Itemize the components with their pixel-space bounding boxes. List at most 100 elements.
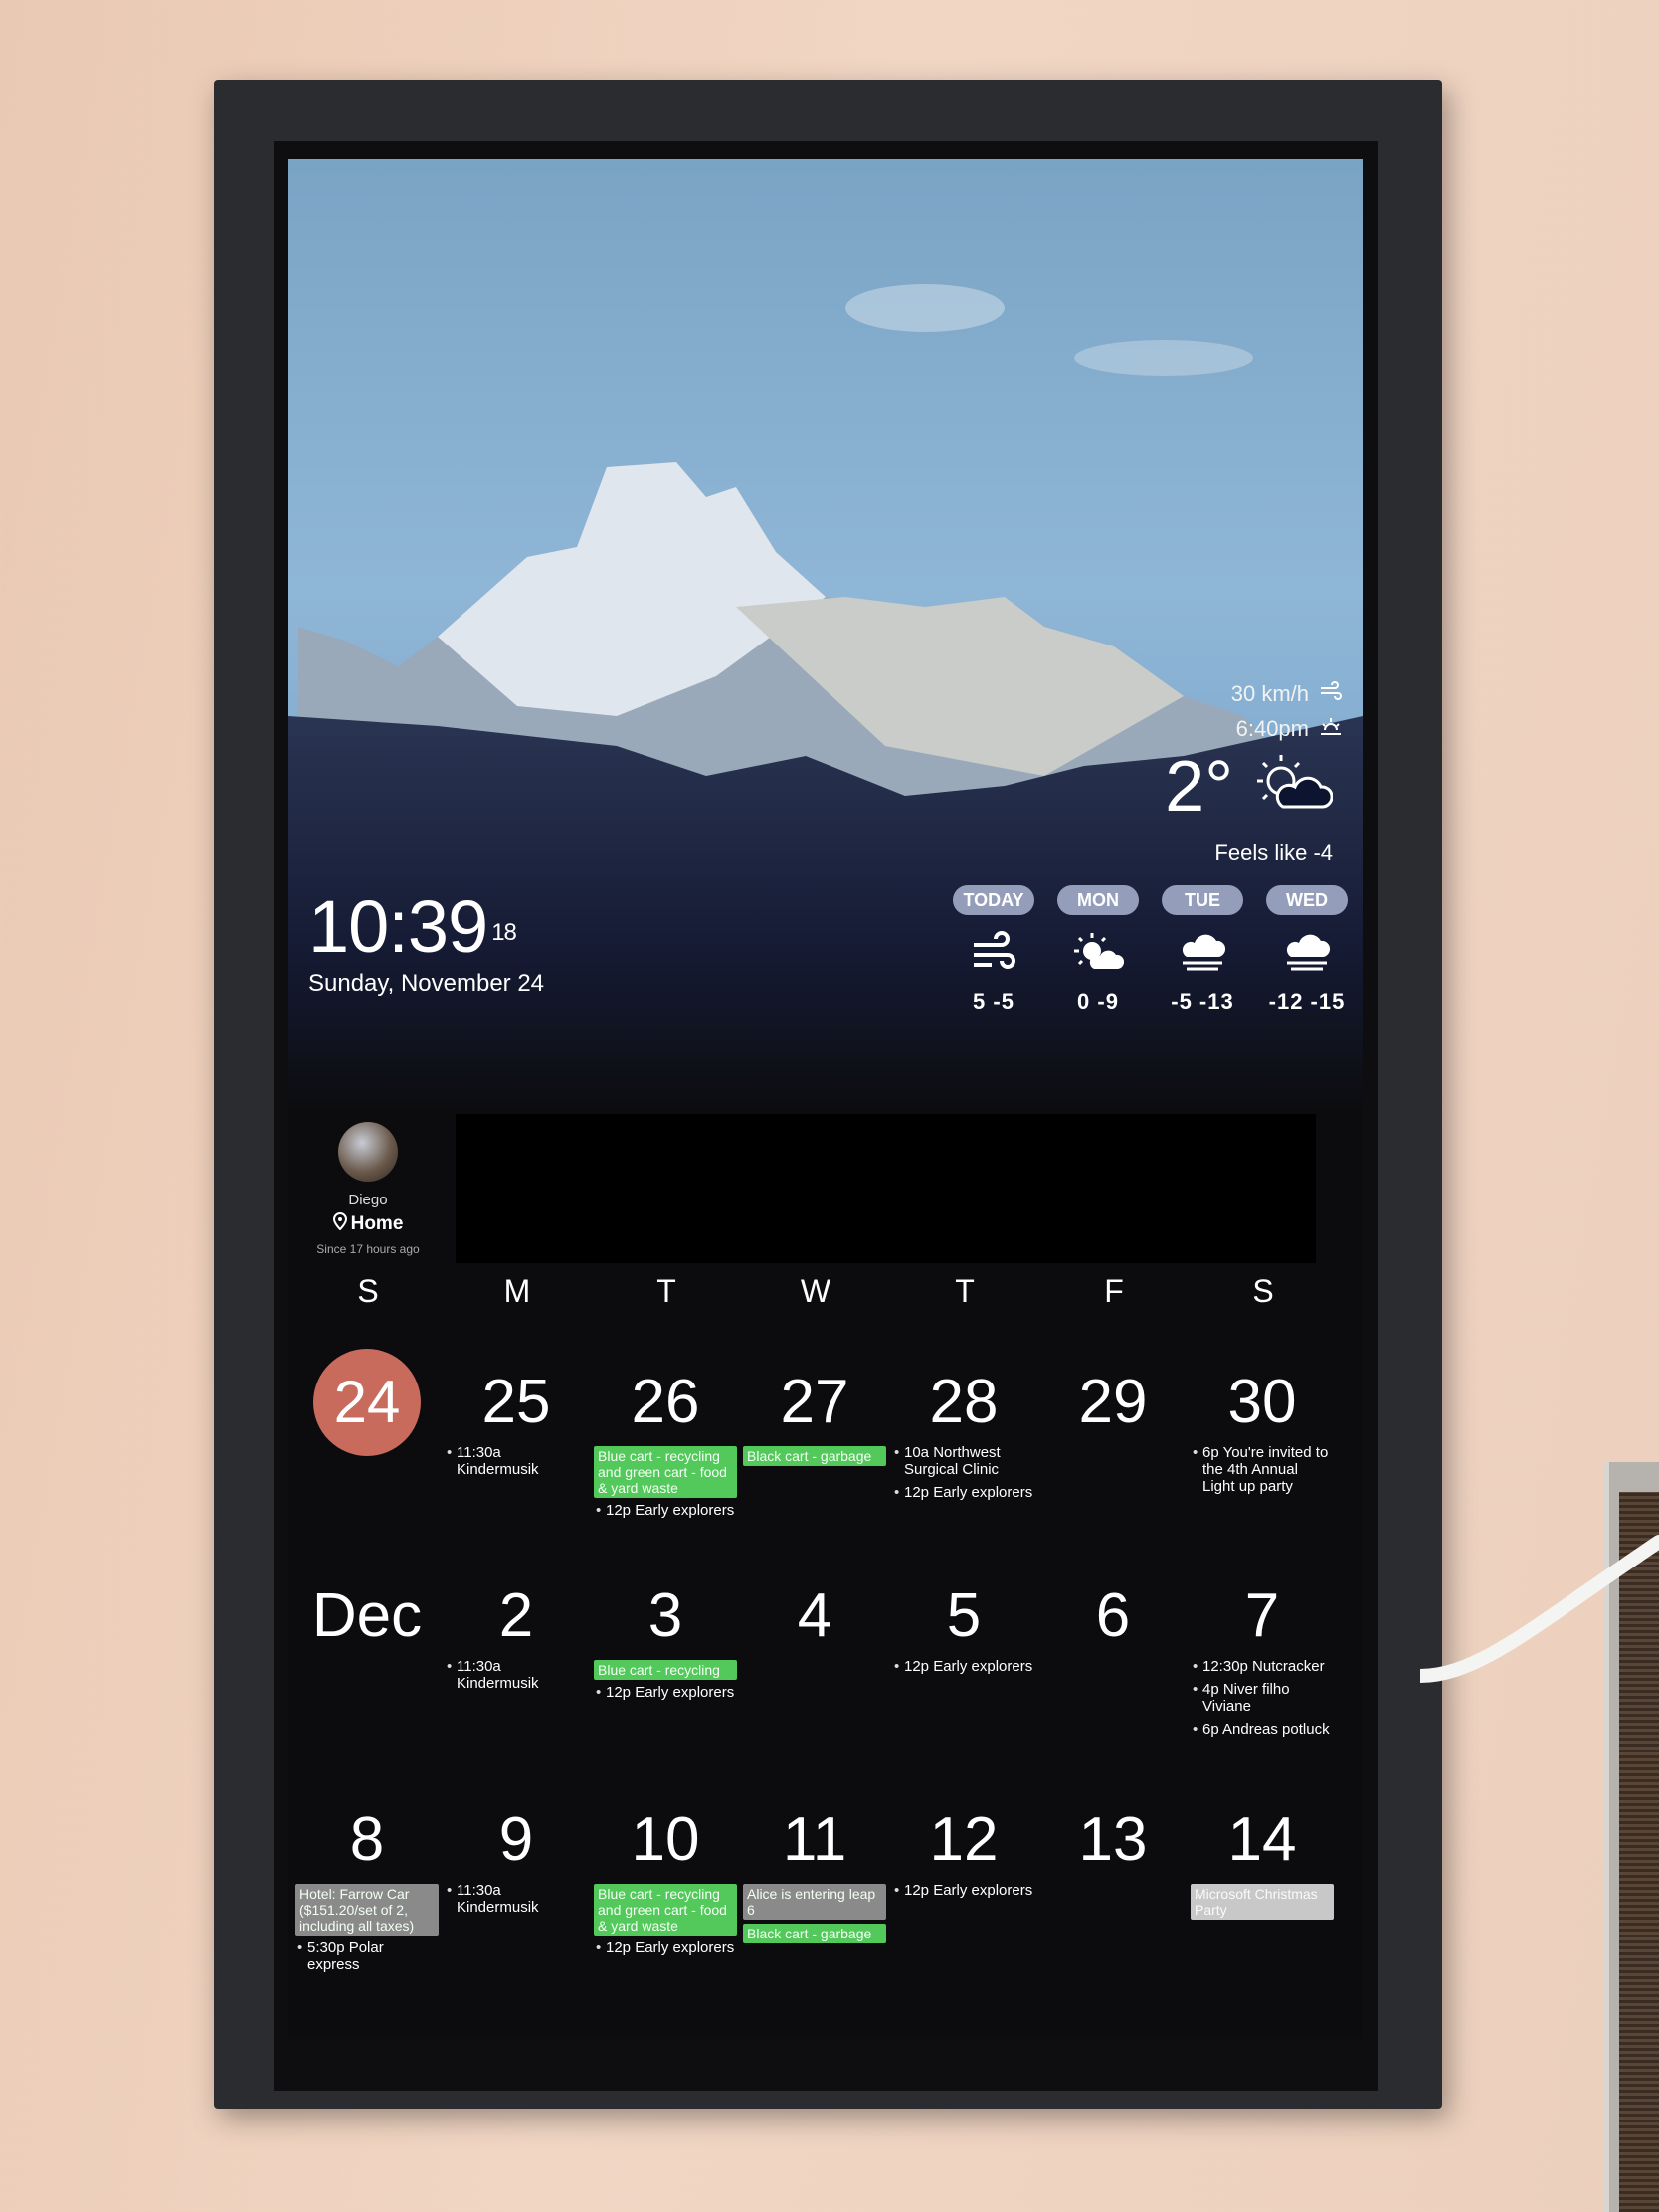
calendar-event[interactable]: 5:30p Polar express bbox=[297, 1939, 437, 1973]
day-number: 14 bbox=[1227, 1805, 1297, 1874]
weekday-header: T bbox=[955, 1273, 975, 1309]
calendar-day[interactable]: 9 11:30a Kindermusik bbox=[443, 1800, 590, 1922]
wind-speed: 30 km/h bbox=[1230, 681, 1309, 706]
calendar-day[interactable]: 13 bbox=[1039, 1800, 1187, 1880]
presence-location: Home bbox=[288, 1211, 448, 1236]
day-number: 12 bbox=[929, 1805, 999, 1874]
calendar-all-day-event[interactable]: Black cart - garbage bbox=[743, 1446, 886, 1466]
calendar-day[interactable]: 3 Blue cart - recycling 12p Early explor… bbox=[592, 1576, 739, 1707]
day-number: 4 bbox=[797, 1581, 832, 1650]
current-temperature: 2° bbox=[1165, 747, 1233, 827]
calendar-event[interactable]: 12:30p Nutcracker bbox=[1193, 1658, 1332, 1675]
wind-readout: 30 km/h bbox=[1231, 681, 1343, 707]
weekday-header: S bbox=[1252, 1273, 1274, 1309]
calendar-day[interactable]: Dec bbox=[293, 1576, 441, 1656]
calendar-day[interactable]: 24 bbox=[293, 1349, 441, 1456]
day-number: 9 bbox=[498, 1805, 534, 1874]
calendar-day[interactable]: 26 Blue cart - recycling and green cart … bbox=[592, 1363, 739, 1525]
fog-cloud-icon bbox=[1177, 931, 1228, 979]
day-number: 3 bbox=[647, 1581, 683, 1650]
calendar-day[interactable]: 27 Black cart - garbage bbox=[741, 1363, 888, 1470]
calendar-all-day-event[interactable]: Blue cart - recycling and green cart - f… bbox=[594, 1446, 737, 1498]
day-number: 10 bbox=[631, 1805, 700, 1874]
forecast-day-pill: MON bbox=[1057, 885, 1139, 915]
weekday-header: S bbox=[357, 1273, 379, 1309]
calendar-day[interactable]: 14 Microsoft Christmas Party bbox=[1189, 1800, 1336, 1924]
month-label: Dec bbox=[311, 1581, 423, 1650]
day-number: 30 bbox=[1227, 1368, 1297, 1436]
presence-location-label: Home bbox=[350, 1213, 404, 1234]
calendar-event[interactable]: 12p Early explorers bbox=[894, 1658, 1033, 1675]
weekday-header: W bbox=[800, 1273, 831, 1309]
calendar-event[interactable]: 10a Northwest Surgical Clinic bbox=[894, 1444, 1033, 1478]
sunset-time: 6:40pm bbox=[1235, 716, 1309, 741]
day-number: 25 bbox=[481, 1368, 551, 1436]
calendar-day[interactable]: 12 12p Early explorers bbox=[890, 1800, 1037, 1905]
day-number: 24 bbox=[313, 1349, 421, 1456]
weekday-header: T bbox=[656, 1273, 676, 1309]
clock-time: 10:39 bbox=[308, 885, 488, 968]
calendar-event[interactable]: 11:30a Kindermusik bbox=[447, 1882, 586, 1916]
calendar-event[interactable]: 11:30a Kindermusik bbox=[447, 1658, 586, 1692]
calendar-all-day-event[interactable]: Microsoft Christmas Party bbox=[1191, 1884, 1334, 1920]
clock: 10:39 18 Sunday, November 24 bbox=[308, 890, 544, 998]
forecast-hilo: -5 -13 bbox=[1171, 989, 1234, 1014]
calendar-event[interactable]: 6p Andreas potluck bbox=[1193, 1721, 1332, 1738]
calendar-event[interactable]: 6p You're invited to the 4th Annual Ligh… bbox=[1193, 1444, 1332, 1495]
clock-seconds: 18 bbox=[491, 919, 517, 946]
calendar-event[interactable]: 12p Early explorers bbox=[596, 1939, 735, 1956]
power-cable bbox=[1420, 1535, 1659, 1683]
screen: 30 km/h 6:40pm 2° Feels like -4 TODAY 5 … bbox=[288, 159, 1363, 2039]
forecast-day: TUE -5 -13 bbox=[1161, 885, 1244, 1014]
presence-since: Since 17 hours ago bbox=[316, 1242, 420, 1256]
calendar-day[interactable]: 8 Hotel: Farrow Car ($151.20/set of 2, i… bbox=[293, 1800, 441, 1979]
calendar-day[interactable]: 5 12p Early explorers bbox=[890, 1576, 1037, 1681]
calendar-all-day-event[interactable]: Blue cart - recycling and green cart - f… bbox=[594, 1884, 737, 1936]
calendar-all-day-event[interactable]: Alice is entering leap 6 bbox=[743, 1884, 886, 1920]
forecast-day: WED -12 -15 bbox=[1265, 885, 1349, 1014]
calendar-event[interactable]: 12p Early explorers bbox=[894, 1882, 1033, 1899]
calendar-event[interactable]: 11:30a Kindermusik bbox=[447, 1444, 586, 1478]
wind-icon bbox=[970, 931, 1017, 979]
wind-icon bbox=[1319, 681, 1343, 707]
calendar-day[interactable]: 28 10a Northwest Surgical Clinic 12p Ear… bbox=[890, 1363, 1037, 1507]
calendar-all-day-event[interactable]: Blue cart - recycling bbox=[594, 1660, 737, 1680]
partly-sunny-icon bbox=[1072, 931, 1125, 979]
day-number: 29 bbox=[1078, 1368, 1148, 1436]
calendar-day[interactable]: 2 11:30a Kindermusik bbox=[443, 1576, 590, 1698]
day-number: 13 bbox=[1078, 1805, 1148, 1874]
calendar-day[interactable]: 10 Blue cart - recycling and green cart … bbox=[592, 1800, 739, 1962]
calendar-event[interactable]: 12p Early explorers bbox=[596, 1684, 735, 1701]
calendar-day[interactable]: 4 bbox=[741, 1576, 888, 1656]
calendar-day[interactable]: 30 6p You're invited to the 4th Annual L… bbox=[1189, 1363, 1336, 1501]
calendar-day[interactable]: 29 bbox=[1039, 1363, 1187, 1442]
redacted-region bbox=[456, 1114, 1316, 1263]
presence-card[interactable]: Diego Home Since 17 hours ago bbox=[288, 1122, 448, 1256]
location-pin-icon bbox=[332, 1211, 347, 1236]
forecast-day-pill: WED bbox=[1266, 885, 1348, 915]
calendar-day[interactable]: 25 11:30a Kindermusik bbox=[443, 1363, 590, 1484]
calendar-event[interactable]: 12p Early explorers bbox=[596, 1502, 735, 1519]
clock-time-row: 10:39 18 bbox=[308, 890, 544, 964]
weekday-header: M bbox=[503, 1273, 531, 1309]
day-number: 27 bbox=[780, 1368, 849, 1436]
calendar-day[interactable]: 11 Alice is entering leap 6 Black cart -… bbox=[741, 1800, 888, 1947]
avatar bbox=[338, 1122, 398, 1182]
forecast-hilo: -12 -15 bbox=[1268, 989, 1346, 1014]
day-number: 6 bbox=[1095, 1581, 1131, 1650]
today-marker: 24 bbox=[293, 1349, 441, 1456]
sunset-icon bbox=[1319, 716, 1343, 742]
clock-date: Sunday, November 24 bbox=[308, 970, 545, 997]
presence-name: Diego bbox=[348, 1192, 388, 1208]
partly-cloudy-icon bbox=[1249, 751, 1334, 828]
day-number: 2 bbox=[498, 1581, 534, 1650]
fog-cloud-icon bbox=[1281, 931, 1333, 979]
calendar-event[interactable]: 12p Early explorers bbox=[894, 1484, 1033, 1501]
calendar-all-day-event[interactable]: Hotel: Farrow Car ($151.20/set of 2, inc… bbox=[295, 1884, 439, 1936]
calendar-day[interactable]: 6 bbox=[1039, 1576, 1187, 1656]
calendar-day[interactable]: 7 12:30p Nutcracker 4p Niver filho Vivia… bbox=[1189, 1576, 1336, 1744]
day-number: 26 bbox=[631, 1368, 700, 1436]
calendar-event[interactable]: 4p Niver filho Viviane bbox=[1193, 1681, 1332, 1715]
forecast-hilo: 5 -5 bbox=[973, 989, 1014, 1014]
calendar-all-day-event[interactable]: Black cart - garbage bbox=[743, 1924, 886, 1943]
